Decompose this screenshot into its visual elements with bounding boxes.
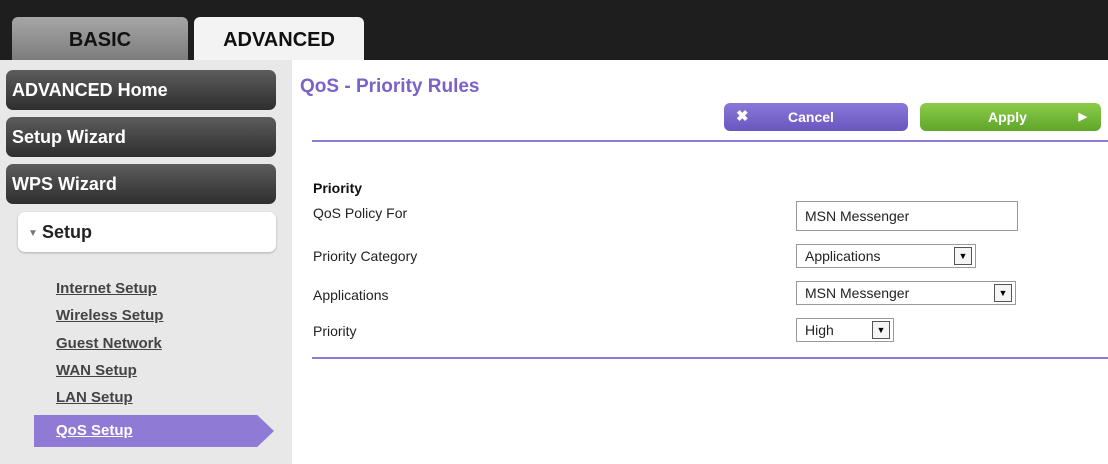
priority-select[interactable]: High ▼ [796, 318, 894, 342]
dropdown-arrow-icon: ▼ [994, 284, 1012, 302]
nav-wps-wizard[interactable]: WPS Wizard [6, 164, 276, 204]
caret-down-icon: ▼ [28, 228, 38, 239]
subnav-qos-setup[interactable]: QoS Setup [34, 415, 274, 447]
subnav-lan-setup[interactable]: LAN Setup [56, 389, 133, 406]
policy-label: QoS Policy For [313, 205, 408, 221]
apply-label: Apply [988, 109, 1027, 125]
close-icon: ✖ [736, 108, 749, 125]
subnav-internet-setup[interactable]: Internet Setup [56, 280, 157, 297]
nav-setup-label: Setup [42, 222, 93, 242]
play-arrow-icon: ▶ [1078, 111, 1087, 123]
qos-policy-input[interactable] [796, 201, 1018, 231]
priority-label: Priority [313, 323, 357, 339]
nav-setup-wizard[interactable]: Setup Wizard [6, 117, 276, 157]
page-title: QoS - Priority Rules [300, 76, 480, 97]
divider-bottom [312, 357, 1108, 359]
priority-category-value: Applications [805, 248, 881, 264]
applications-value: MSN Messenger [805, 285, 910, 301]
applications-select[interactable]: MSN Messenger ▼ [796, 281, 1016, 305]
nav-setup[interactable]: ▼ Setup [18, 212, 276, 252]
category-label: Priority Category [313, 248, 418, 264]
subnav-guest-network[interactable]: Guest Network [56, 335, 162, 352]
section-heading: Priority [313, 180, 363, 196]
subnav-qos-setup-label: QoS Setup [56, 422, 133, 439]
tab-advanced[interactable]: ADVANCED [194, 17, 364, 60]
tab-basic[interactable]: BASIC [12, 17, 188, 60]
cancel-button[interactable]: ✖ Cancel [724, 103, 908, 131]
dropdown-arrow-icon: ▼ [954, 247, 972, 265]
apply-button[interactable]: Apply ▶ [920, 103, 1101, 131]
nav-advanced-home[interactable]: ADVANCED Home [6, 70, 276, 110]
divider-top [312, 140, 1108, 142]
sidebar: ADVANCED Home Setup Wizard WPS Wizard ▼ S… [0, 60, 292, 464]
applications-label: Applications [313, 287, 389, 303]
priority-category-select[interactable]: Applications ▼ [796, 244, 976, 268]
subnav-wireless-setup[interactable]: Wireless Setup [56, 307, 163, 324]
subnav-wan-setup[interactable]: WAN Setup [56, 362, 137, 379]
cancel-label: Cancel [788, 109, 834, 125]
dropdown-arrow-icon: ▼ [872, 321, 890, 339]
top-bar: BASIC ADVANCED [0, 0, 1108, 60]
priority-value: High [805, 322, 834, 338]
